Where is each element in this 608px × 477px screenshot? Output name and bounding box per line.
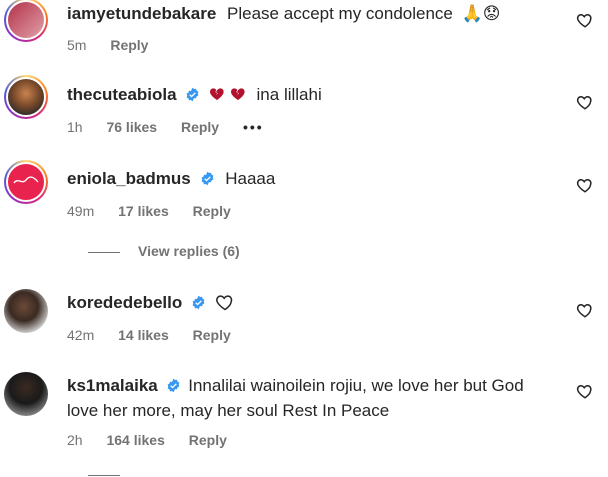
comment-line: thecuteabiola ina lillahi — [67, 83, 568, 107]
avatar[interactable] — [4, 75, 48, 119]
avatar[interactable] — [4, 160, 48, 204]
avatar[interactable] — [4, 0, 48, 42]
comment-text: love her more, may her soul Rest In Peac… — [67, 401, 390, 420]
broken-heart-emoji — [230, 88, 245, 100]
verified-badge-icon — [192, 295, 205, 310]
outline-heart-emoji — [215, 295, 232, 311]
brand-logo — [13, 176, 39, 188]
likes-count[interactable]: 164 likes — [106, 432, 164, 448]
logo-mark-icon — [13, 176, 39, 184]
comment-meta: 49m 17 likes Reply — [67, 202, 251, 220]
comment-meta: 42m 14 likes Reply — [67, 326, 251, 344]
heart-outline-icon[interactable] — [576, 11, 594, 29]
comment-time: 2h — [67, 432, 83, 448]
emoji: 🙏😟 — [461, 4, 501, 23]
heart-outline-icon[interactable] — [576, 176, 594, 194]
reply-button[interactable]: Reply — [181, 119, 219, 135]
comment-time: 49m — [67, 203, 95, 219]
reply-button[interactable]: Reply — [110, 37, 148, 53]
broken-heart-emoji — [210, 88, 224, 100]
heart-outline-icon[interactable] — [576, 93, 594, 111]
comment-line: ks1malaika Innalilai wainoilein rojiu, w… — [67, 373, 568, 423]
comment-username[interactable]: thecuteabiola — [67, 85, 177, 104]
reply-button[interactable]: Reply — [193, 327, 231, 343]
comment-time: 5m — [67, 37, 87, 53]
likes-count[interactable]: 14 likes — [118, 327, 169, 343]
avatar[interactable] — [4, 289, 48, 333]
comment-text: Haaaa — [225, 169, 276, 188]
view-replies-button-partial[interactable] — [88, 472, 248, 477]
heart-outline-icon[interactable] — [576, 301, 594, 319]
comment-username[interactable]: ks1malaika — [67, 376, 158, 395]
comment-line: korededebello — [67, 291, 568, 315]
likes-count[interactable]: 76 likes — [106, 119, 157, 135]
comment-line: eniola_badmus Haaaa — [67, 167, 568, 191]
comment-line: iamyetundebakare Please accept my condol… — [67, 2, 568, 26]
comment-time: 42m — [67, 327, 95, 343]
comment-username[interactable]: korededebello — [67, 293, 182, 312]
reply-button[interactable]: Reply — [189, 432, 227, 448]
verified-badge-icon — [186, 87, 199, 102]
comment-text: Innalilai wainoilein rojiu, we love her … — [188, 376, 524, 395]
comment-meta: 1h 76 likes Reply ••• — [67, 118, 284, 136]
comment-username[interactable]: eniola_badmus — [67, 169, 191, 188]
comment-meta: 5m Reply — [67, 36, 168, 54]
avatar[interactable] — [4, 372, 48, 416]
likes-count[interactable]: 17 likes — [118, 203, 169, 219]
comment-time: 1h — [67, 119, 83, 135]
comment-text: Please accept my condolence — [227, 4, 453, 23]
reply-button[interactable]: Reply — [193, 203, 231, 219]
divider — [88, 475, 120, 476]
heart-outline-icon[interactable] — [576, 382, 594, 400]
view-replies-label[interactable]: View replies (6) — [138, 243, 240, 259]
view-replies-button[interactable]: View replies (6) — [88, 243, 240, 259]
comment-meta: 2h 164 likes Reply — [67, 431, 247, 449]
verified-badge-icon — [201, 171, 213, 186]
comment-username[interactable]: iamyetundebakare — [67, 4, 216, 23]
divider — [88, 251, 120, 253]
more-options-icon[interactable]: ••• — [243, 119, 264, 135]
comment-text: ina lillahi — [256, 85, 322, 104]
verified-badge-icon — [168, 378, 180, 393]
